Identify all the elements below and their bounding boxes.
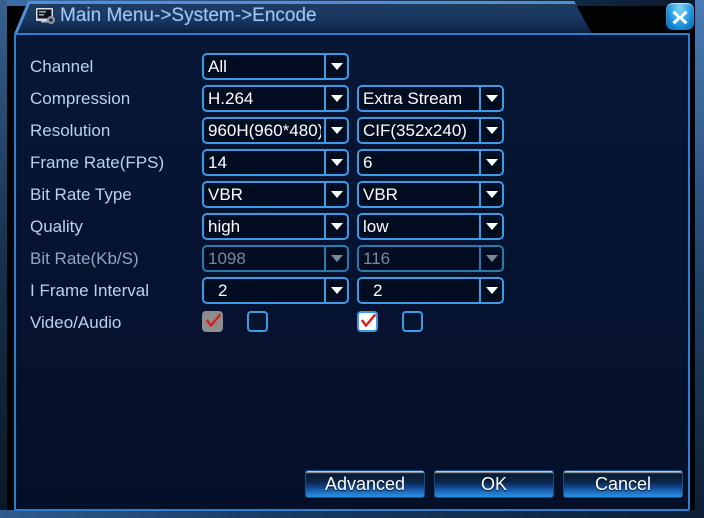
frame-rate-sub-value: 6 xyxy=(363,153,373,172)
dialog-content: Channel All Compression H.264 Extra Stre… xyxy=(16,35,688,509)
quality-main-select[interactable]: high xyxy=(202,213,349,240)
bit-rate-main-value: 1098 xyxy=(208,249,246,268)
chevron-down-icon[interactable] xyxy=(479,183,502,206)
chevron-down-icon[interactable] xyxy=(324,183,347,206)
chevron-down-icon[interactable] xyxy=(479,279,502,302)
chevron-down-icon[interactable] xyxy=(324,215,347,238)
quality-sub-value: low xyxy=(363,217,389,236)
chevron-down-icon[interactable] xyxy=(324,279,347,302)
screen-edge-left xyxy=(0,0,7,518)
resolution-main-select[interactable]: 960H(960*480) xyxy=(202,117,349,144)
chevron-down-icon[interactable] xyxy=(479,151,502,174)
form-row-video-audio: Video/Audio xyxy=(16,309,692,339)
frame-rate-main-select[interactable]: 14 xyxy=(202,149,349,176)
form-row-frame-rate: Frame Rate(FPS) 14 6 xyxy=(16,149,692,179)
sub-audio-checkbox[interactable] xyxy=(402,311,423,332)
label-video-audio: Video/Audio xyxy=(30,313,122,332)
main-video-checkbox xyxy=(202,311,223,332)
i-frame-interval-main-value: 2 xyxy=(218,281,228,300)
chevron-down-icon[interactable] xyxy=(479,119,502,142)
frame-rate-main-value: 14 xyxy=(208,153,227,172)
chevron-down-icon[interactable] xyxy=(324,55,347,78)
checkmark-icon xyxy=(360,313,377,330)
sub-video-checkbox[interactable] xyxy=(357,311,378,332)
compression-main-select[interactable]: H.264 xyxy=(202,85,349,112)
chevron-down-icon[interactable] xyxy=(324,151,347,174)
label-channel: Channel xyxy=(30,57,94,76)
i-frame-interval-sub-select[interactable]: 2 xyxy=(357,277,504,304)
i-frame-interval-main-select[interactable]: 2 xyxy=(202,277,349,304)
encode-form: Channel All Compression H.264 Extra Stre… xyxy=(16,35,692,355)
stream-type-select[interactable]: Extra Stream xyxy=(357,85,504,112)
chevron-down-icon[interactable] xyxy=(324,119,347,142)
bit-rate-type-sub-value: VBR xyxy=(363,185,398,204)
main-audio-checkbox[interactable] xyxy=(247,311,268,332)
label-i-frame-interval: I Frame Interval xyxy=(30,281,150,300)
chevron-down-icon xyxy=(324,247,347,270)
form-row-channel: Channel All xyxy=(16,53,692,83)
checkmark-icon xyxy=(205,313,222,330)
stream-type-value: Extra Stream xyxy=(363,89,463,108)
close-icon[interactable] xyxy=(666,3,694,30)
label-bit-rate: Bit Rate(Kb/S) xyxy=(30,249,139,268)
encode-settings-dialog: Channel All Compression H.264 Extra Stre… xyxy=(14,33,690,511)
bit-rate-type-main-value: VBR xyxy=(208,185,243,204)
screen-edge-bottom xyxy=(0,510,704,518)
ok-button[interactable]: OK xyxy=(434,470,554,498)
cancel-button[interactable]: Cancel xyxy=(563,470,683,498)
form-row-i-frame-interval: I Frame Interval 2 2 xyxy=(16,277,692,307)
chevron-down-icon[interactable] xyxy=(479,87,502,110)
chevron-down-icon[interactable] xyxy=(324,87,347,110)
label-resolution: Resolution xyxy=(30,121,111,140)
bit-rate-sub-value: 116 xyxy=(363,249,391,268)
resolution-sub-value: CIF(352x240) xyxy=(363,121,467,140)
channel-value: All xyxy=(208,57,227,76)
bit-rate-type-sub-select[interactable]: VBR xyxy=(357,181,504,208)
bit-rate-type-main-select[interactable]: VBR xyxy=(202,181,349,208)
form-row-resolution: Resolution 960H(960*480) CIF(352x240) xyxy=(16,117,692,147)
i-frame-interval-sub-value: 2 xyxy=(373,281,383,300)
form-row-compression: Compression H.264 Extra Stream xyxy=(16,85,692,115)
label-frame-rate: Frame Rate(FPS) xyxy=(30,153,165,172)
quality-sub-select[interactable]: low xyxy=(357,213,504,240)
form-row-quality: Quality high low xyxy=(16,213,692,243)
label-bit-rate-type: Bit Rate Type xyxy=(30,185,132,204)
desktop-background: Main Menu->System->Encode Channel All Co… xyxy=(0,0,704,518)
label-compression: Compression xyxy=(30,89,131,108)
form-row-bit-rate: Bit Rate(Kb/S) 1098 116 xyxy=(16,245,692,275)
bit-rate-main-select: 1098 xyxy=(202,245,349,272)
screen-edge-right xyxy=(695,0,704,518)
chevron-down-icon[interactable] xyxy=(479,215,502,238)
monitor-settings-icon xyxy=(36,8,56,24)
compression-main-value: H.264 xyxy=(208,89,254,108)
form-row-bit-rate-type: Bit Rate Type VBR VBR xyxy=(16,181,692,211)
window-titlebar: Main Menu->System->Encode xyxy=(14,0,704,35)
label-quality: Quality xyxy=(30,217,83,236)
resolution-main-value: 960H(960*480) xyxy=(208,121,321,140)
resolution-sub-select[interactable]: CIF(352x240) xyxy=(357,117,504,144)
frame-rate-sub-select[interactable]: 6 xyxy=(357,149,504,176)
bit-rate-sub-select: 116 xyxy=(357,245,504,272)
advanced-button[interactable]: Advanced xyxy=(305,470,425,498)
chevron-down-icon xyxy=(479,247,502,270)
quality-main-value: high xyxy=(208,217,241,236)
page-title: Main Menu->System->Encode xyxy=(60,5,317,26)
channel-select[interactable]: All xyxy=(202,53,349,80)
